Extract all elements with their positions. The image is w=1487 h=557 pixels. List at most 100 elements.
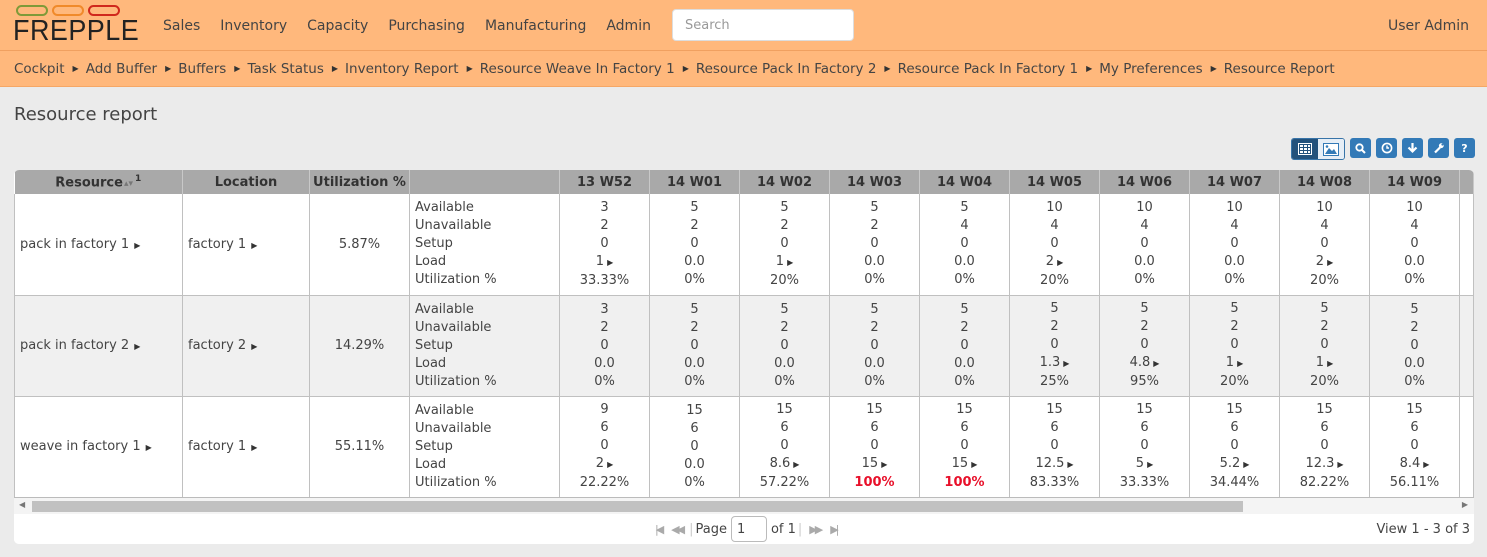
resource-name[interactable]: pack in factory 1 [20, 237, 129, 252]
time-buckets-button[interactable] [1376, 138, 1397, 158]
resource-name[interactable]: weave in factory 1 [20, 439, 141, 454]
column-header-bucket[interactable]: 14 W09 [1369, 170, 1460, 194]
load-link-caret-icon[interactable]: ▶ [1327, 258, 1333, 267]
load-link-caret-icon[interactable]: ▶ [1237, 359, 1243, 368]
scroll-left-icon[interactable]: ◀ [19, 500, 25, 509]
setup-value: 0 [1230, 337, 1239, 352]
load-link-caret-icon[interactable]: ▶ [1327, 359, 1333, 368]
load-link-caret-icon[interactable]: ▶ [1423, 460, 1429, 469]
location-link-caret-icon[interactable]: ▶ [251, 342, 257, 351]
load-link-caret-icon[interactable]: ▶ [1153, 359, 1159, 368]
column-header-bucket[interactable]: 14 W01 [649, 170, 740, 194]
breadcrumb-item[interactable]: My Preferences [1099, 61, 1202, 77]
load-link-caret-icon[interactable]: ▶ [881, 460, 887, 469]
menu-purchasing[interactable]: Purchasing [388, 18, 465, 34]
filter-button[interactable] [1350, 138, 1371, 158]
load-value[interactable]: 15 [862, 456, 879, 471]
utilization-value: 20% [770, 272, 799, 288]
column-header-bucket[interactable]: 14 W03 [829, 170, 920, 194]
load-link-caret-icon[interactable]: ▶ [1147, 460, 1153, 469]
breadcrumb-item[interactable]: Resource Weave In Factory 1 [480, 61, 675, 77]
breadcrumb-item[interactable]: Resource Report [1224, 61, 1335, 77]
utilization-value: 20% [1040, 272, 1069, 288]
load-link-caret-icon[interactable]: ▶ [607, 258, 613, 267]
menu-inventory[interactable]: Inventory [220, 18, 287, 34]
load-value[interactable]: 1 [596, 254, 604, 269]
resource-link-caret-icon[interactable]: ▶ [134, 342, 140, 351]
load-link-caret-icon[interactable]: ▶ [1243, 460, 1249, 469]
menu-admin[interactable]: Admin [606, 18, 651, 34]
breadcrumb-item[interactable]: Resource Pack In Factory 2 [696, 61, 877, 77]
location-link-caret-icon[interactable]: ▶ [251, 241, 257, 250]
breadcrumb-item[interactable]: Cockpit [14, 61, 65, 77]
horizontal-scrollbar[interactable]: ◀ ▶ [14, 497, 1474, 514]
load-value[interactable]: 8.6 [770, 456, 791, 471]
search-input[interactable]: Search [672, 9, 854, 41]
load-link-caret-icon[interactable]: ▶ [971, 460, 977, 469]
column-header-utilization[interactable]: Utilization % [309, 170, 410, 194]
resource-name[interactable]: pack in factory 2 [20, 338, 129, 353]
load-value[interactable]: 1 [776, 254, 784, 269]
resource-link-caret-icon[interactable]: ▶ [146, 443, 152, 452]
column-header-bucket[interactable]: 14 W06 [1099, 170, 1190, 194]
sort-icon[interactable]: ▴▾ [124, 179, 133, 189]
load-value[interactable]: 2 [1046, 254, 1054, 269]
user-menu[interactable]: User Admin [1388, 0, 1469, 51]
column-header-bucket[interactable]: 14 W02 [739, 170, 830, 194]
next-page-icon[interactable]: ▶▶ [809, 523, 823, 536]
load-value[interactable]: 5.2 [1220, 456, 1241, 471]
column-header-bucket[interactable]: 13 W52 [559, 170, 650, 194]
load-value[interactable]: 1.3 [1040, 355, 1061, 370]
load-value[interactable]: 1 [1226, 355, 1234, 370]
help-button[interactable]: ? [1454, 138, 1475, 158]
download-button[interactable] [1402, 138, 1423, 158]
column-header-bucket[interactable]: 14 W08 [1279, 170, 1370, 194]
load-value[interactable]: 15 [952, 456, 969, 471]
graph-view-button[interactable] [1318, 139, 1344, 159]
scroll-right-icon[interactable]: ▶ [1462, 500, 1468, 509]
first-page-icon[interactable]: |◀ [655, 523, 664, 536]
column-header-bucket[interactable]: 14 W04 [919, 170, 1010, 194]
column-header-bucket[interactable]: 14 W07 [1189, 170, 1280, 194]
load-value[interactable]: 2 [596, 456, 604, 471]
breadcrumb-item[interactable]: Add Buffer [86, 61, 157, 77]
menu-sales[interactable]: Sales [163, 18, 200, 34]
load-value[interactable]: 12.5 [1035, 456, 1064, 471]
location-name[interactable]: factory 1 [188, 237, 246, 252]
location-name[interactable]: factory 2 [188, 338, 246, 353]
load-link-caret-icon[interactable]: ▶ [787, 258, 793, 267]
unavailable-value: 6 [1050, 420, 1059, 435]
load-link-caret-icon[interactable]: ▶ [793, 460, 799, 469]
load-link-caret-icon[interactable]: ▶ [1057, 258, 1063, 267]
column-header-resource[interactable]: Resource▴▾1 [14, 170, 183, 194]
breadcrumb-item[interactable]: Inventory Report [345, 61, 459, 77]
load-value[interactable]: 2 [1316, 254, 1324, 269]
menu-capacity[interactable]: Capacity [307, 18, 368, 34]
load-link-caret-icon[interactable]: ▶ [607, 460, 613, 469]
resource-link-caret-icon[interactable]: ▶ [134, 241, 140, 250]
load-value[interactable]: 4.8 [1130, 355, 1151, 370]
frepple-logo[interactable]: FREPPLE [13, 5, 139, 47]
configure-button[interactable] [1428, 138, 1449, 158]
load-value[interactable]: 12.3 [1305, 456, 1334, 471]
menu-manufacturing[interactable]: Manufacturing [485, 18, 586, 34]
page-title: Resource report [14, 104, 158, 125]
scrollbar-thumb[interactable] [32, 501, 1243, 512]
breadcrumb-item[interactable]: Buffers [178, 61, 226, 77]
breadcrumb-item[interactable]: Resource Pack In Factory 1 [898, 61, 1079, 77]
load-link-caret-icon[interactable]: ▶ [1337, 460, 1343, 469]
location-name[interactable]: factory 1 [188, 439, 246, 454]
prev-page-icon[interactable]: ◀◀ [671, 523, 685, 536]
column-header-location[interactable]: Location [182, 170, 310, 194]
load-value[interactable]: 8.4 [1400, 456, 1421, 471]
column-header-bucket[interactable]: 14 W05 [1009, 170, 1100, 194]
load-link-caret-icon[interactable]: ▶ [1067, 460, 1073, 469]
load-value[interactable]: 1 [1316, 355, 1324, 370]
table-view-button[interactable] [1292, 139, 1318, 159]
load-link-caret-icon[interactable]: ▶ [1063, 359, 1069, 368]
breadcrumb-item[interactable]: Task Status [247, 61, 323, 77]
location-link-caret-icon[interactable]: ▶ [251, 443, 257, 452]
page-number-input[interactable]: 1 [730, 516, 767, 542]
last-page-icon[interactable]: ▶| [830, 523, 839, 536]
load-value[interactable]: 5 [1136, 456, 1144, 471]
